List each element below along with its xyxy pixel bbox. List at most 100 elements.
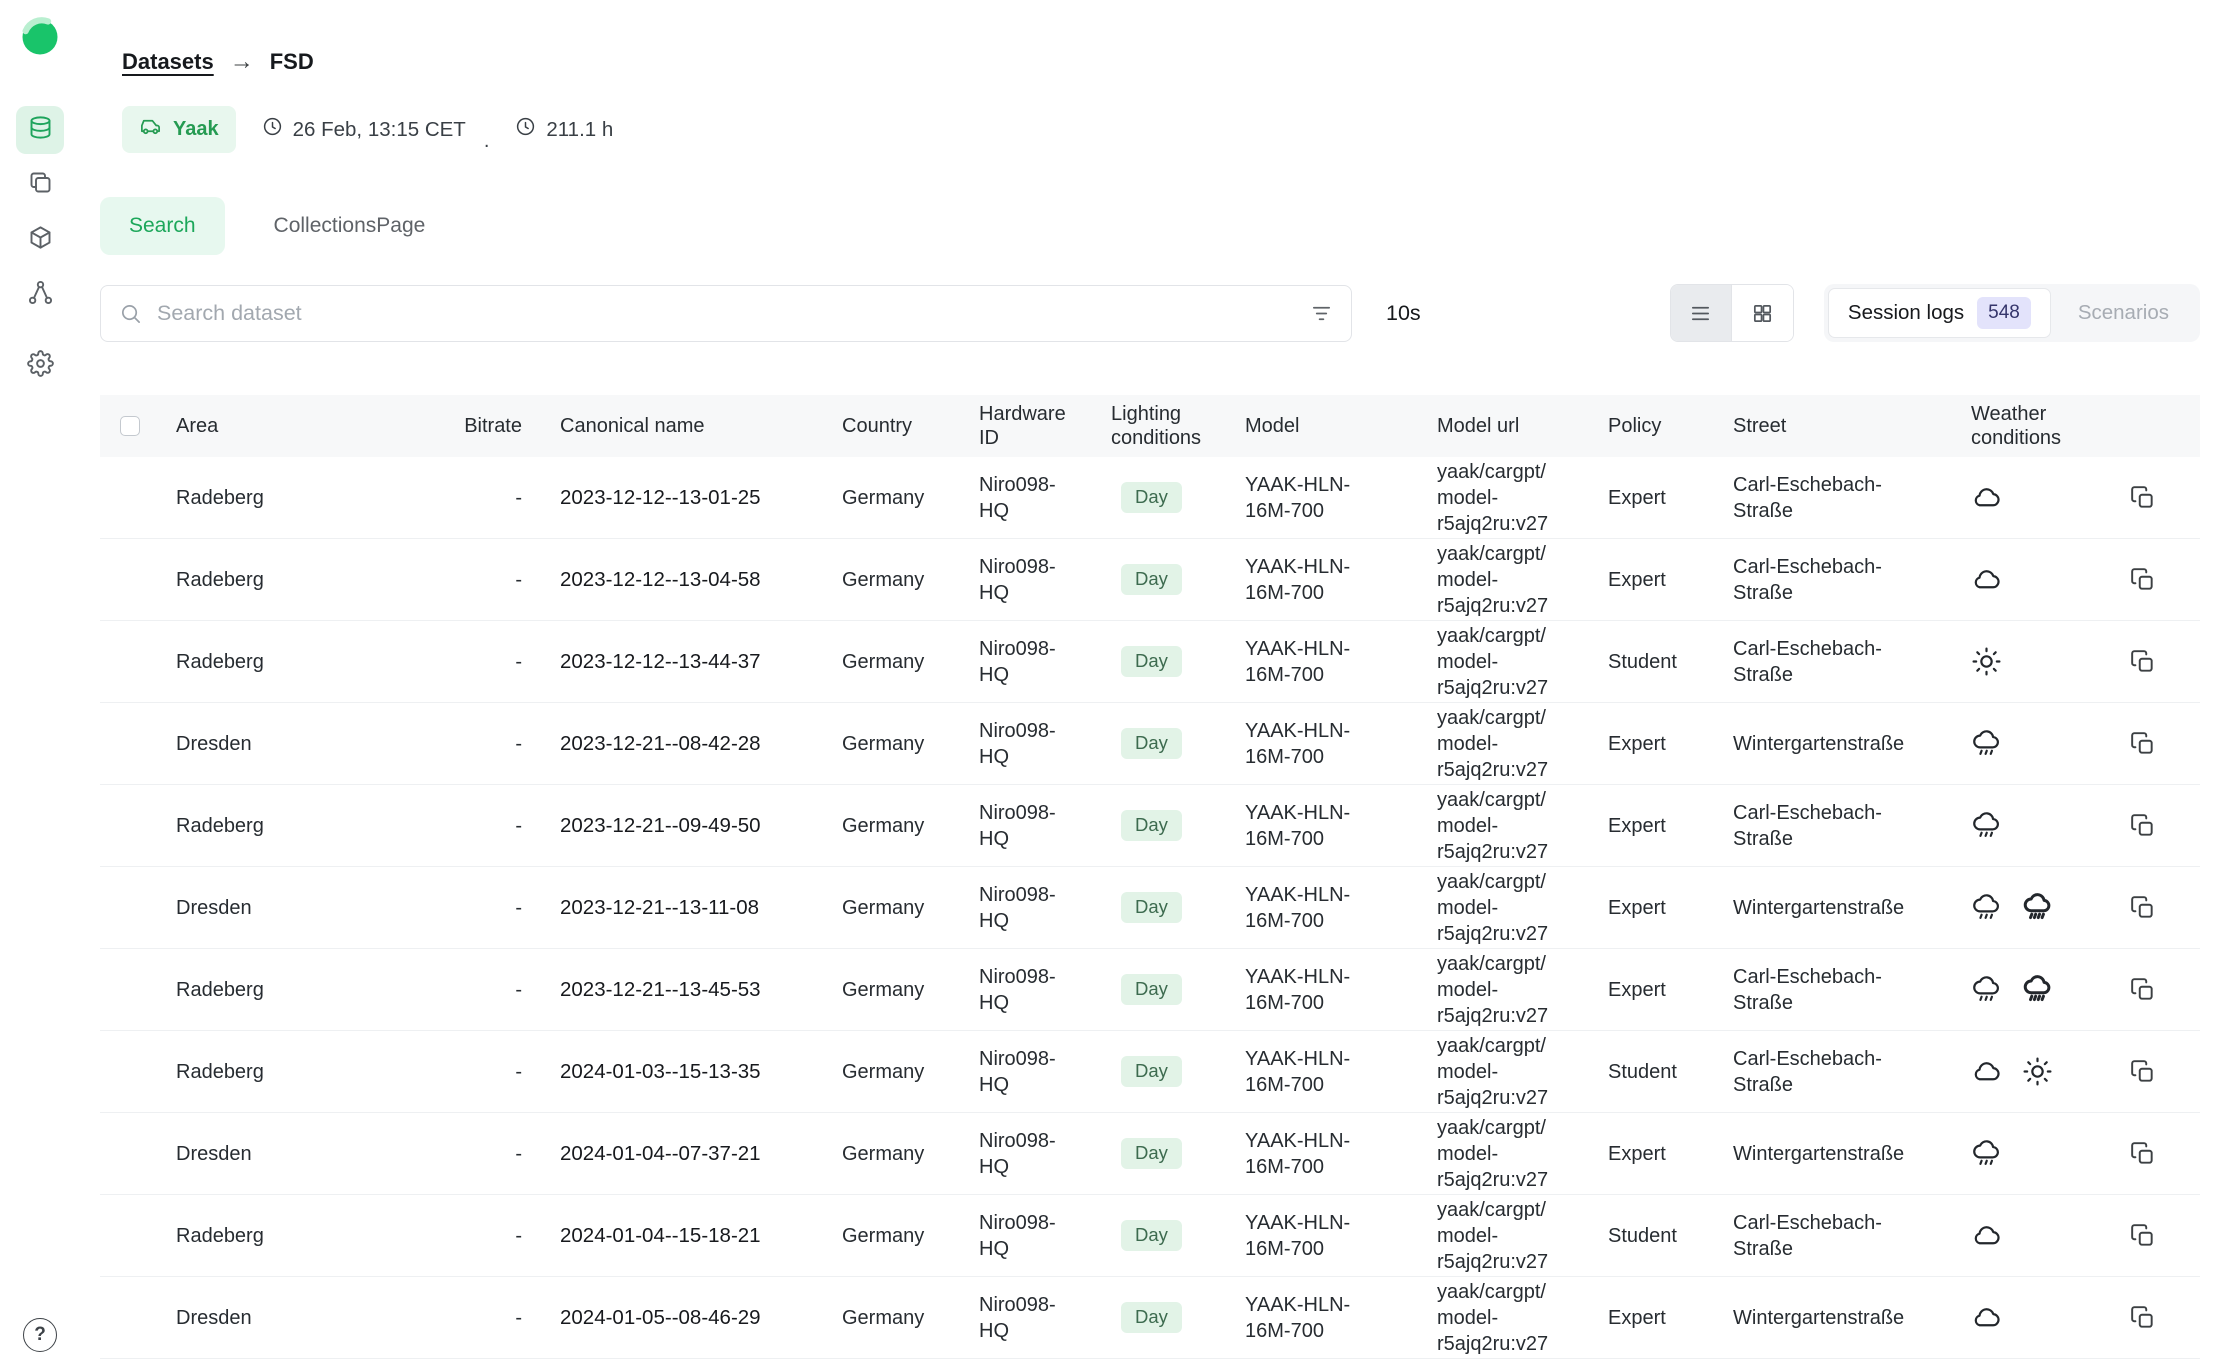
copy-row-button[interactable]: [2130, 1305, 2156, 1331]
cell-country: Germany: [826, 621, 966, 702]
column-header-bitrate[interactable]: Bitrate: [446, 395, 526, 457]
copy-row-button[interactable]: [2130, 895, 2156, 921]
list-view-button[interactable]: [1671, 285, 1732, 341]
row-select-cell: [100, 1195, 156, 1276]
breadcrumb-datasets-link[interactable]: Datasets: [122, 49, 214, 75]
cell-hardware-id: Niro098-​HQ: [966, 949, 1096, 1030]
cell-bitrate: -: [446, 1195, 526, 1276]
cell-bitrate: -: [446, 867, 526, 948]
cell-policy: Expert: [1586, 1277, 1706, 1358]
toolbar: 10s Session logs 548 Scenarios: [100, 284, 2200, 342]
tab-collections-page[interactable]: CollectionsPage: [245, 197, 455, 255]
column-header-lighting-conditions[interactable]: Lighting conditions: [1096, 395, 1226, 457]
column-header-street[interactable]: Street: [1706, 395, 1936, 457]
cell-actions: [2086, 457, 2200, 538]
copy-row-button[interactable]: [2130, 813, 2156, 839]
sidebar-item-workflows[interactable]: [16, 271, 64, 319]
cell-lighting-conditions: Day: [1096, 1031, 1226, 1112]
cell-hardware-id: Niro098-​HQ: [966, 867, 1096, 948]
cell-country: Germany: [826, 1277, 966, 1358]
cell-model: YAAK-​HLN-16M-700: [1226, 1195, 1416, 1276]
column-header-model-url[interactable]: Model url: [1416, 395, 1586, 457]
cell-street: Carl-Eschebach-Straße: [1706, 949, 1936, 1030]
cell-country: Germany: [826, 1113, 966, 1194]
copy-icon: [2130, 1305, 2156, 1331]
column-header-hardware-id[interactable]: Hardware ID: [966, 395, 1096, 457]
sidebar-item-collections[interactable]: [16, 161, 64, 209]
table-row[interactable]: Radeberg - 2023-12-12--13-04-58 Germany …: [100, 539, 2200, 621]
cell-model: YAAK-​HLN-16M-700: [1226, 867, 1416, 948]
table-row[interactable]: Radeberg - 2023-12-12--13-01-25 Germany …: [100, 457, 2200, 539]
cell-model-url: yaak/​cargpt/​model-​r5ajq2ru:v27: [1416, 949, 1586, 1030]
column-header-model[interactable]: Model: [1226, 395, 1416, 457]
cell-lighting-conditions: Day: [1096, 1113, 1226, 1194]
cell-hardware-id: Niro098-​HQ: [966, 785, 1096, 866]
cell-actions: [2086, 1195, 2200, 1276]
cell-policy: Expert: [1586, 785, 1706, 866]
copy-row-button[interactable]: [2130, 485, 2156, 511]
copy-row-button[interactable]: [2130, 1141, 2156, 1167]
cell-country: Germany: [826, 867, 966, 948]
table-row[interactable]: Dresden - 2023-12-21--08-42-28 Germany N…: [100, 703, 2200, 785]
grid-view-button[interactable]: [1732, 285, 1793, 341]
table-row[interactable]: Radeberg - 2023-12-21--09-49-50 Germany …: [100, 785, 2200, 867]
view-toggle: [1670, 284, 1794, 342]
sidebar-item-datasets[interactable]: [16, 106, 64, 154]
column-header-canonical-name[interactable]: Canonical name: [526, 395, 826, 457]
refresh-interval[interactable]: 10s: [1386, 301, 1421, 326]
session-datetime: 26 Feb, 13:15 CET: [262, 116, 466, 143]
cell-canonical-name: 2023-12-12--13-01-25: [526, 457, 826, 538]
table-row[interactable]: Dresden - 2023-12-21--13-11-08 Germany N…: [100, 867, 2200, 949]
table-row[interactable]: Radeberg - 2023-12-21--13-45-53 Germany …: [100, 949, 2200, 1031]
table-row[interactable]: Dresden - 2024-01-05--08-46-29 Germany N…: [100, 1277, 2200, 1359]
filter-icon[interactable]: [1310, 302, 1333, 325]
logs-scenarios-toggle: Session logs 548 Scenarios: [1824, 284, 2200, 342]
select-all-checkbox[interactable]: [120, 416, 140, 436]
scenarios-tab[interactable]: Scenarios: [2051, 288, 2196, 338]
copy-row-button[interactable]: [2130, 1223, 2156, 1249]
cell-actions: [2086, 785, 2200, 866]
column-header-country[interactable]: Country: [826, 395, 966, 457]
row-select-cell: [100, 1031, 156, 1112]
table-row[interactable]: Dresden - 2024-01-04--07-37-21 Germany N…: [100, 1113, 2200, 1195]
sidebar-item-settings[interactable]: [16, 342, 64, 390]
cell-canonical-name: 2023-12-12--13-04-58: [526, 539, 826, 620]
app-logo-icon[interactable]: [19, 16, 61, 58]
cell-actions: [2086, 949, 2200, 1030]
table-row[interactable]: Radeberg - 2023-12-12--13-44-37 Germany …: [100, 621, 2200, 703]
session-logs-tab[interactable]: Session logs 548: [1828, 288, 2051, 338]
copy-row-button[interactable]: [2130, 567, 2156, 593]
column-header-policy[interactable]: Policy: [1586, 395, 1706, 457]
session-meta-row: Yaak 26 Feb, 13:15 CET . 211.1 h: [122, 106, 2200, 153]
sidebar-item-packages[interactable]: [16, 216, 64, 264]
column-header-area[interactable]: Area: [156, 395, 446, 457]
copy-row-button[interactable]: [2130, 731, 2156, 757]
layers-icon: [27, 169, 54, 201]
rain-icon: [1971, 892, 2002, 923]
search-input[interactable]: [157, 301, 1295, 326]
copy-row-button[interactable]: [2130, 977, 2156, 1003]
workflow-icon: [27, 279, 54, 311]
datasets-table: Area Bitrate Canonical name Country Hard…: [100, 395, 2200, 1359]
cell-area: Radeberg: [156, 1031, 446, 1112]
cell-street: Wintergartenstraße: [1706, 1113, 1936, 1194]
copy-row-button[interactable]: [2130, 1059, 2156, 1085]
cell-weather-conditions: [1936, 457, 2086, 538]
table-row[interactable]: Radeberg - 2024-01-03--15-13-35 Germany …: [100, 1031, 2200, 1113]
cell-actions: [2086, 621, 2200, 702]
cell-area: Dresden: [156, 1113, 446, 1194]
cell-street: Carl-Eschebach-Straße: [1706, 1031, 1936, 1112]
lighting-day-badge: Day: [1121, 974, 1182, 1005]
help-button[interactable]: ?: [23, 1318, 57, 1352]
vehicle-badge[interactable]: Yaak: [122, 106, 236, 153]
cloud-icon: [1971, 1220, 2002, 1251]
cell-weather-conditions: [1936, 539, 2086, 620]
cell-area: Radeberg: [156, 785, 446, 866]
tab-search[interactable]: Search: [100, 197, 225, 255]
table-row[interactable]: Radeberg - 2024-01-04--15-18-21 Germany …: [100, 1195, 2200, 1277]
copy-row-button[interactable]: [2130, 649, 2156, 675]
cell-area: Dresden: [156, 703, 446, 784]
column-header-weather-conditions[interactable]: Weather conditions: [1936, 395, 2086, 457]
rain-icon: [1971, 1138, 2002, 1169]
cell-country: Germany: [826, 785, 966, 866]
